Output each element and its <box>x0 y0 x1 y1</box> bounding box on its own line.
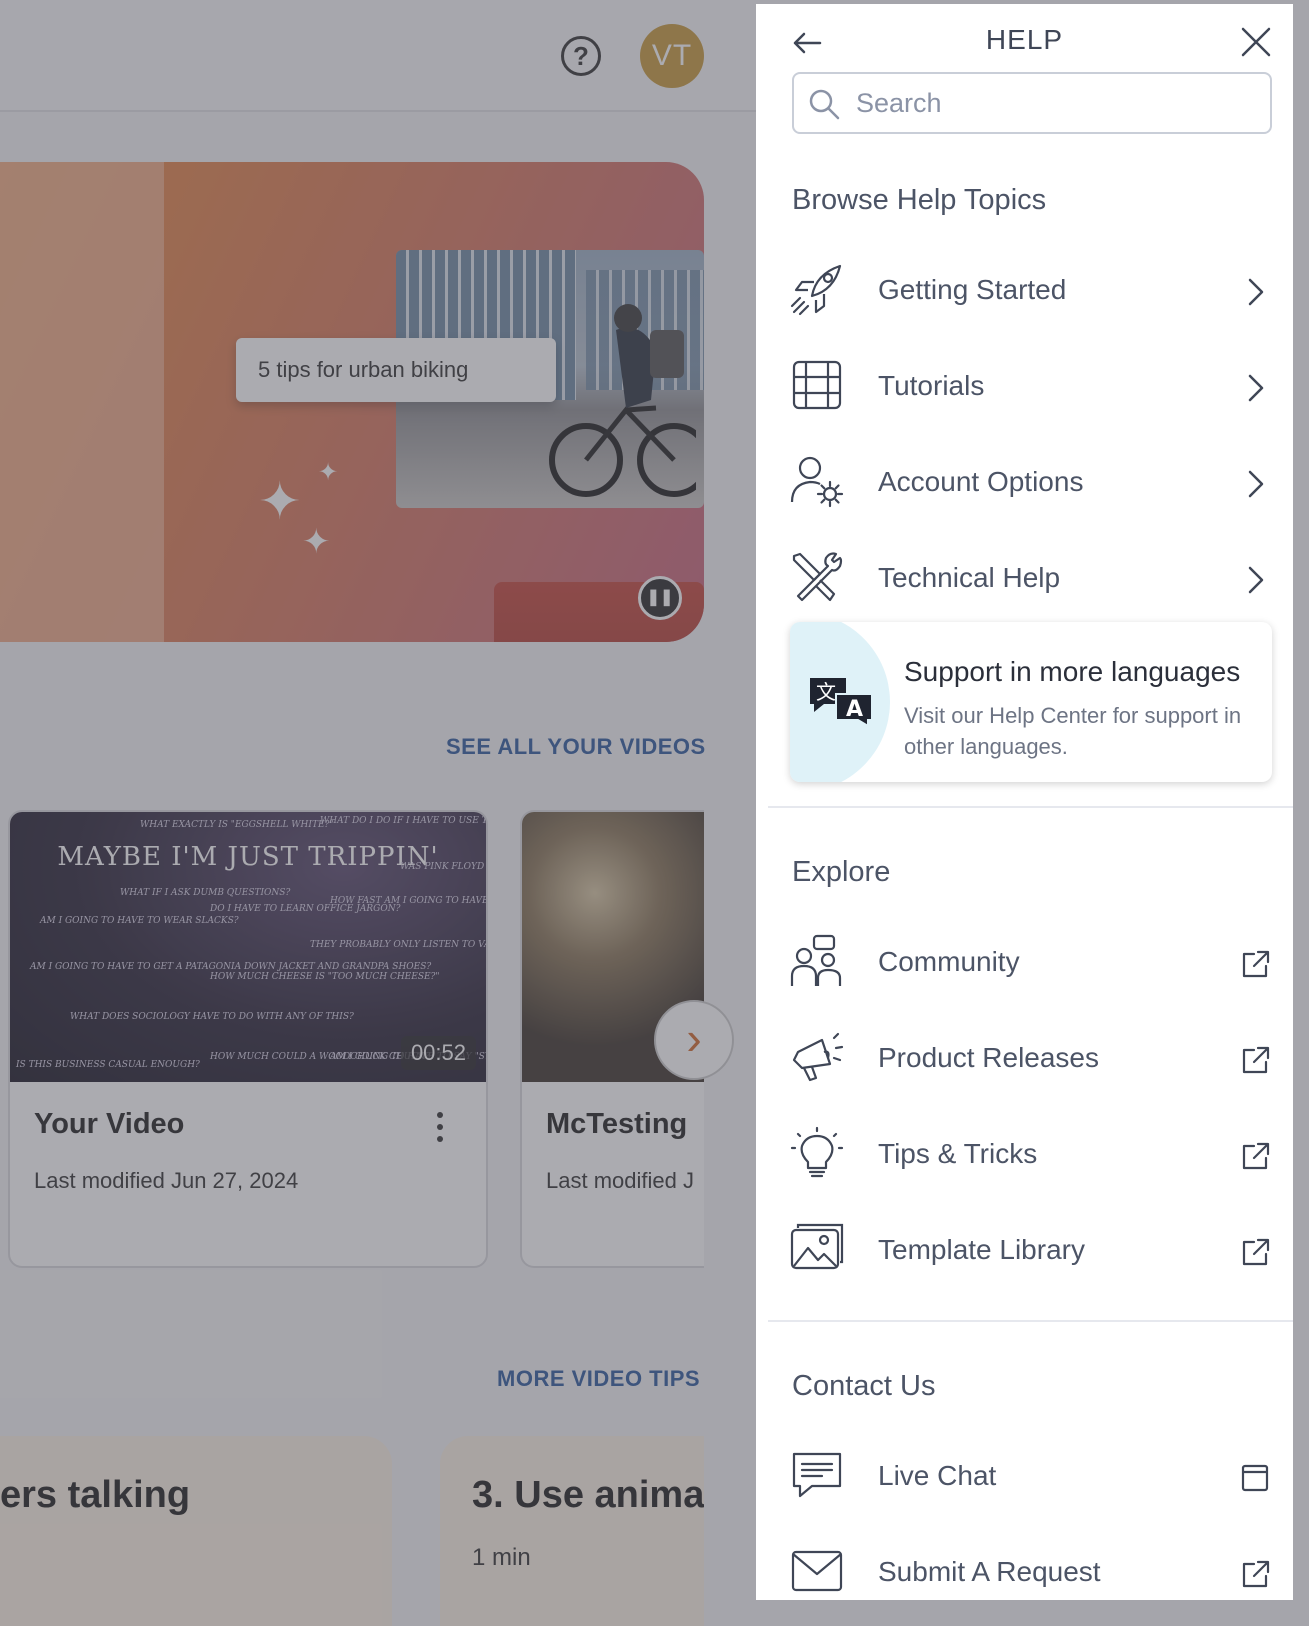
chevron-right-icon <box>1248 470 1264 498</box>
topic-label: Account Options <box>878 466 1084 497</box>
chevron-right-icon <box>1248 374 1264 402</box>
window-icon <box>1241 1464 1269 1492</box>
topic-label: Getting Started <box>878 274 1067 305</box>
topic-tutorials[interactable]: Tutorials <box>790 352 1270 424</box>
support-languages-card[interactable]: 文 A Support in more languages Visit our … <box>790 622 1272 782</box>
languages-title: Support in more languages <box>904 656 1241 687</box>
translate-icon: 文 A <box>810 678 873 728</box>
close-icon[interactable] <box>1238 24 1274 60</box>
svg-text:A: A <box>846 697 863 722</box>
panel-title: HELP <box>985 24 1064 55</box>
contact-label: Live Chat <box>878 1460 997 1491</box>
external-link-icon <box>1242 1142 1270 1170</box>
explore-label: Tips & Tricks <box>878 1138 1038 1169</box>
topic-account-options[interactable]: Account Options <box>790 448 1270 520</box>
explore-label: Community <box>878 946 1020 977</box>
user-gear-icon <box>790 456 844 508</box>
topic-label: Technical Help <box>878 562 1061 593</box>
search-icon <box>809 89 840 120</box>
explore-community[interactable]: Community <box>790 928 1270 1000</box>
chat-bubble-icon <box>792 1452 842 1498</box>
contact-submit-request[interactable]: Submit A Request <box>790 1538 1270 1600</box>
external-link-icon <box>1242 1560 1270 1588</box>
megaphone-icon <box>792 1032 844 1082</box>
external-link-icon <box>1242 950 1270 978</box>
tools-icon <box>792 552 843 602</box>
explore-heading: Explore <box>792 856 891 888</box>
svg-text:文: 文 <box>816 680 836 704</box>
divider <box>768 806 1293 808</box>
help-panel: HELP Browse Help Topics Getting Started … <box>756 4 1293 1600</box>
external-link-icon <box>1242 1238 1270 1266</box>
topic-getting-started[interactable]: Getting Started <box>790 256 1270 328</box>
chevron-right-icon <box>1248 566 1264 594</box>
contact-us-heading: Contact Us <box>792 1370 936 1402</box>
community-icon <box>790 934 842 986</box>
explore-product-releases[interactable]: Product Releases <box>790 1024 1270 1096</box>
divider <box>768 1320 1293 1322</box>
external-link-icon <box>1242 1046 1270 1074</box>
topic-label: Tutorials <box>878 370 985 401</box>
search-input[interactable] <box>856 82 1256 124</box>
explore-label: Template Library <box>878 1234 1085 1265</box>
search-box[interactable] <box>792 72 1272 134</box>
rocket-icon <box>790 264 842 316</box>
contact-label: Submit A Request <box>878 1556 1101 1587</box>
image-gallery-icon <box>790 1223 844 1270</box>
explore-template-library[interactable]: Template Library <box>790 1216 1270 1288</box>
film-grid-icon <box>792 360 842 410</box>
topic-technical-help[interactable]: Technical Help <box>790 544 1270 616</box>
explore-tips-tricks[interactable]: Tips & Tricks <box>790 1120 1270 1192</box>
lightbulb-icon <box>790 1126 844 1178</box>
explore-label: Product Releases <box>878 1042 1100 1073</box>
envelope-icon <box>791 1550 843 1592</box>
browse-help-topics-heading: Browse Help Topics <box>792 184 1047 216</box>
contact-live-chat[interactable]: Live Chat <box>790 1442 1270 1514</box>
languages-description: Visit our Help Center for support in oth… <box>904 703 1242 759</box>
chevron-right-icon <box>1248 278 1264 306</box>
